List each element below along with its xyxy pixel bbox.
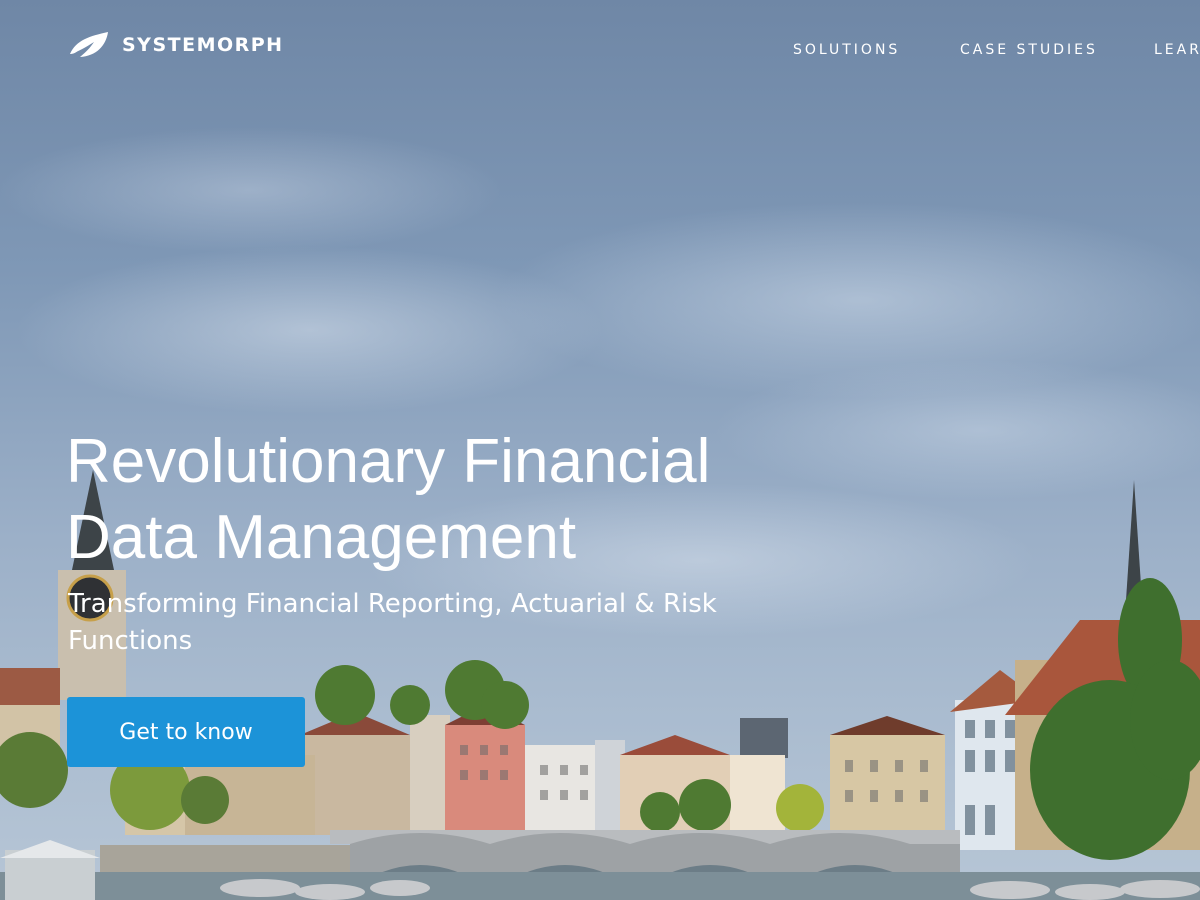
hero-subtitle: Transforming Financial Reporting, Actuar… — [68, 586, 828, 660]
hero-title: Revolutionary Financial Data Management — [66, 424, 826, 576]
nav-link-solutions[interactable]: SOLUTIONS — [793, 42, 900, 58]
hero-title-line1: Revolutionary Financial — [66, 427, 711, 496]
hero-title-line2: Data Management — [66, 503, 577, 572]
site-header: SYSTEMORPH SOLUTIONS CASE STUDIES LEAR — [0, 0, 1200, 100]
nav-link-case-studies[interactable]: CASE STUDIES — [960, 42, 1098, 58]
get-to-know-button[interactable]: Get to know — [67, 697, 305, 767]
main-nav: SOLUTIONS CASE STUDIES LEAR — [0, 42, 1200, 62]
hero-subtitle-line2: Functions — [68, 626, 193, 656]
hero-subtitle-line1: Transforming Financial Reporting, Actuar… — [68, 589, 717, 619]
nav-link-learn[interactable]: LEAR — [1154, 42, 1200, 58]
